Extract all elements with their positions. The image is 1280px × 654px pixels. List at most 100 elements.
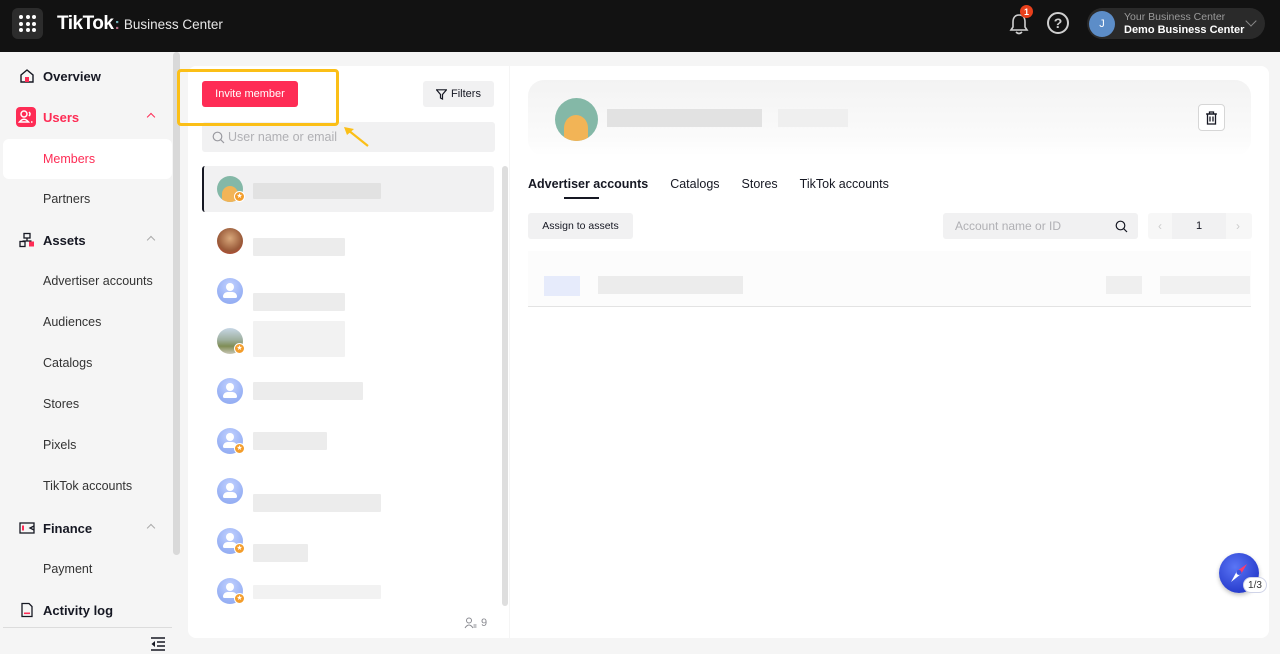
sidebar-item-members[interactable]: Members — [3, 139, 172, 179]
sidebar-divider — [3, 627, 172, 628]
member-row[interactable]: ★ — [202, 316, 494, 366]
sidebar-item-label: Stores — [43, 397, 80, 411]
account-switcher[interactable]: J Your Business Center Demo Business Cen… — [1087, 8, 1265, 39]
filters-button[interactable]: Filters — [423, 81, 494, 107]
admin-star-icon: ★ — [234, 542, 245, 554]
sidebar-item-tiktok-accounts[interactable]: TikTok accounts — [0, 467, 172, 505]
member-row[interactable] — [202, 466, 494, 516]
tab-catalogs[interactable]: Catalogs — [670, 177, 719, 191]
sidebar-item-payment[interactable]: Payment — [0, 550, 172, 588]
sidebar-item-overview[interactable]: Overview — [0, 57, 172, 95]
logo-separator: : — [114, 16, 120, 33]
sidebar-item-stores[interactable]: Stores — [0, 385, 172, 423]
remove-member-button[interactable] — [1198, 104, 1225, 131]
redacted-member-name — [253, 585, 381, 599]
redacted-member-name — [607, 109, 762, 127]
sidebar-item-partners[interactable]: Partners — [0, 180, 172, 218]
trash-icon — [1206, 110, 1217, 125]
redacted-account-icon — [544, 276, 580, 296]
member-avatar — [217, 228, 243, 254]
chevron-down-icon — [1245, 15, 1257, 27]
member-row[interactable] — [202, 366, 494, 416]
member-list: ★ ★ ★ ★ ★ — [202, 166, 494, 616]
redacted-account-name — [598, 276, 743, 294]
asset-tabs: Advertiser accounts Catalogs Stores TikT… — [528, 177, 889, 199]
default-avatar-icon — [217, 478, 243, 504]
member-row[interactable]: ★ — [202, 516, 494, 566]
filters-label: Filters — [451, 88, 481, 100]
tab-stores[interactable]: Stores — [742, 177, 778, 191]
sidebar-item-pixels[interactable]: Pixels — [0, 426, 172, 464]
sidebar-item-finance[interactable]: Finance — [0, 509, 172, 547]
account-label: Your Business Center — [1124, 10, 1226, 23]
member-list-scrollbar[interactable] — [502, 166, 508, 606]
assets-icon — [19, 232, 34, 248]
tab-advertiser-accounts[interactable]: Advertiser accounts — [528, 177, 648, 199]
chevron-up-icon[interactable] — [146, 235, 156, 245]
member-profile-card — [528, 80, 1251, 156]
page-scrollbar-track — [1269, 52, 1280, 654]
member-row[interactable]: ★ — [202, 416, 494, 466]
sidebar-item-assets[interactable]: Assets — [0, 221, 172, 259]
account-search[interactable] — [943, 213, 1138, 239]
member-row[interactable]: ★ — [202, 166, 494, 212]
members-panel: Invite member Filters ★ ★ — [188, 66, 509, 638]
sidebar-item-label: Users — [43, 109, 80, 125]
wallet-icon — [19, 522, 35, 534]
redacted-member-email — [778, 109, 848, 127]
member-row[interactable]: ★ — [202, 566, 494, 616]
sidebar-scrollbar[interactable] — [173, 52, 180, 555]
redacted-member-name — [253, 293, 345, 311]
sidebar-item-label: Partners — [43, 192, 91, 206]
default-avatar-icon — [217, 378, 243, 404]
search-icon — [212, 131, 225, 143]
sidebar: Overview Users Members Partners Assets A… — [0, 52, 180, 654]
tab-tiktok-accounts[interactable]: TikTok accounts — [800, 177, 889, 191]
sidebar-item-label: Catalogs — [43, 356, 93, 370]
sidebar-item-label: TikTok accounts — [43, 479, 133, 493]
logo-tiktok: TikTok — [57, 13, 114, 34]
users-icon — [16, 107, 36, 127]
logo[interactable]: TikTok : Business Center — [57, 13, 223, 35]
admin-star-icon: ★ — [234, 592, 245, 604]
logo-business-center: Business Center — [123, 17, 223, 32]
sidebar-item-users[interactable]: Users — [0, 98, 172, 136]
account-avatar: J — [1089, 10, 1115, 37]
account-search-input[interactable] — [955, 219, 1115, 233]
redacted-member-name — [253, 382, 363, 400]
redacted-member-name — [253, 183, 381, 199]
sidebar-item-catalogs[interactable]: Catalogs — [0, 344, 172, 382]
sidebar-item-label: Advertiser accounts — [43, 274, 153, 288]
onboarding-guide-button[interactable]: 1/3 — [1219, 553, 1267, 595]
sidebar-item-advertiser-accounts[interactable]: Advertiser accounts — [0, 262, 172, 300]
app-launcher-button[interactable] — [12, 8, 43, 39]
sidebar-item-audiences[interactable]: Audiences — [0, 303, 172, 341]
member-detail-panel: Advertiser accounts Catalogs Stores TikT… — [510, 66, 1269, 638]
redacted-account-field — [1106, 276, 1142, 294]
default-avatar-icon — [217, 278, 243, 304]
redacted-member-name — [253, 238, 345, 256]
redacted-member-name — [253, 432, 327, 450]
chevron-up-icon[interactable] — [146, 523, 156, 533]
notification-badge: 1 — [1020, 5, 1033, 18]
current-page[interactable]: 1 — [1172, 213, 1226, 239]
redacted-member-name — [253, 544, 308, 562]
previous-page-button[interactable]: ‹ — [1148, 213, 1172, 239]
member-row[interactable] — [202, 266, 494, 316]
next-page-button[interactable]: › — [1226, 213, 1250, 239]
admin-star-icon: ★ — [234, 442, 245, 454]
pagination: ‹ 1 › — [1148, 213, 1252, 239]
help-icon[interactable]: ? — [1047, 12, 1069, 34]
search-icon[interactable] — [1115, 220, 1128, 233]
sidebar-item-activity-log[interactable]: Activity log — [0, 591, 172, 629]
sidebar-item-label: Members — [43, 152, 96, 166]
assign-to-assets-button[interactable]: Assign to assets — [528, 213, 633, 239]
member-count: 9 — [464, 617, 487, 629]
admin-star-icon: ★ — [234, 342, 245, 354]
top-bar: TikTok : Business Center 1 ? J Your Busi… — [0, 0, 1280, 52]
chevron-up-icon[interactable] — [146, 112, 156, 122]
collapse-sidebar-icon[interactable] — [150, 637, 166, 651]
member-row[interactable] — [202, 216, 494, 266]
account-name: Demo Business Center — [1124, 23, 1245, 36]
member-count-value: 9 — [481, 617, 488, 629]
